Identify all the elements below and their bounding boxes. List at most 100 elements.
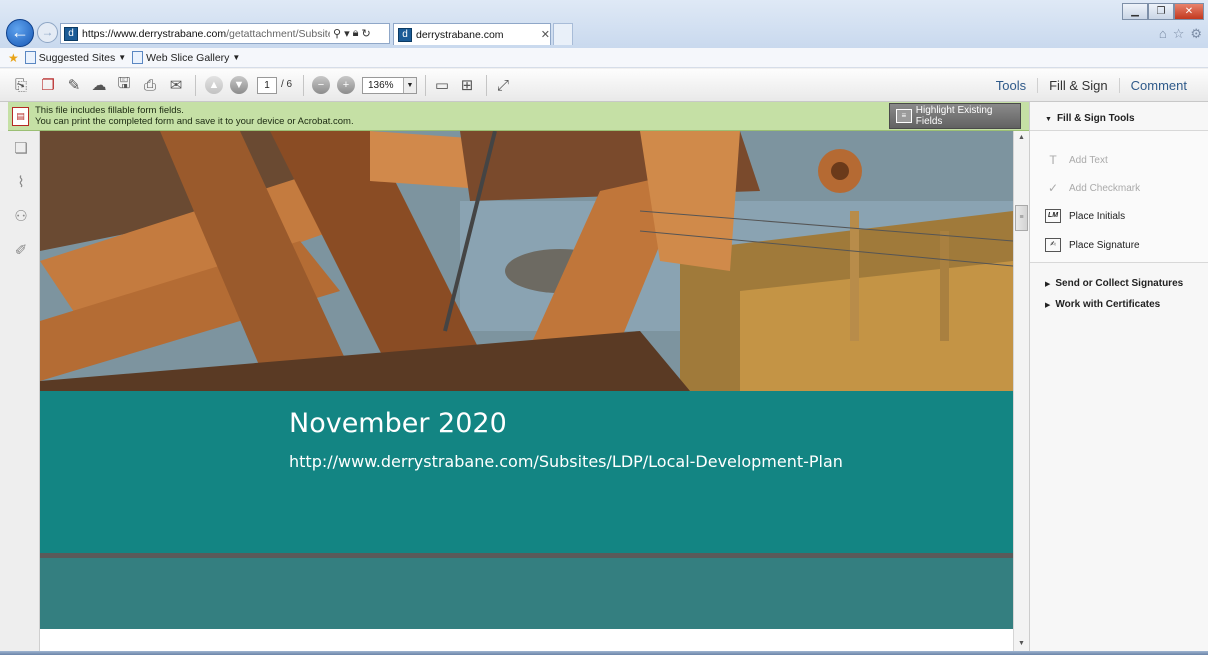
rusty-machinery-image [40, 131, 1013, 391]
zoom-in-icon[interactable]: + [337, 76, 355, 94]
pane-tabs: Tools Fill & Sign Comment [985, 69, 1198, 102]
place-signature-tool[interactable]: ✍ Place Signature [1045, 238, 1140, 252]
zoom-out-icon[interactable]: − [312, 76, 330, 94]
pdf-toolbar: ⎘ ❐ ✎ ☁ 🖫︎ ⎙ ✉ ▲ ▼ 1 / 6 − + 136% ▼ ▭ ⊞ … [0, 69, 1208, 102]
notice-line-2: You can print the completed form and sav… [35, 116, 354, 127]
minimize-button[interactable]: ▁ [1122, 3, 1148, 20]
scroll-down-icon[interactable]: ▼ [1014, 637, 1029, 651]
chevron-down-icon: ▼ [232, 53, 241, 62]
favorite-web-slice-gallery[interactable]: Web Slice Gallery ▼ [132, 51, 240, 64]
forward-button[interactable]: → [37, 22, 58, 43]
edit-pdf-icon[interactable]: ✎ [64, 75, 84, 95]
page-body [40, 629, 1013, 651]
page-total: / 6 [281, 79, 293, 90]
browser-title-bar: ← → d https://www.derrystrabane.com/geta… [0, 0, 1208, 48]
url-host: https://www.derrystrabane.com [82, 27, 227, 40]
browser-icons: ⌂ ☆ ⚙ [1159, 26, 1202, 42]
notice-line-1: This file includes fillable form fields. [35, 105, 184, 116]
scroll-up-icon[interactable]: ▲ [1014, 131, 1029, 145]
next-page-icon[interactable]: ▼ [230, 76, 248, 94]
tab-close-icon[interactable]: ✕ [541, 28, 550, 41]
chevron-down-icon[interactable]: ▼ [403, 78, 416, 93]
pdf-document-view[interactable]: November 2020 http://www.derrystrabane.c… [40, 131, 1013, 651]
cloud-upload-icon[interactable]: ☁ [89, 75, 109, 95]
binoculars-icon[interactable]: ⚇ [12, 207, 30, 225]
collapsed-triangle-icon: ▶ [1045, 281, 1051, 288]
collapsed-triangle-icon: ▶ [1045, 302, 1051, 309]
tool-label: Place Initials [1069, 210, 1126, 222]
favorite-label: Web Slice Gallery [146, 51, 230, 64]
favorite-suggested-sites[interactable]: Suggested Sites ▼ [24, 51, 126, 64]
zoom-select[interactable]: 136% ▼ [362, 77, 417, 94]
back-button[interactable]: ← [6, 19, 34, 47]
tab-comment[interactable]: Comment [1118, 78, 1198, 93]
tool-label: Place Signature [1069, 239, 1140, 251]
full-screen-icon[interactable]: ⤢ [493, 75, 513, 95]
page-number-input[interactable]: 1 [257, 77, 277, 94]
windows-taskbar [0, 651, 1208, 655]
favorites-bar: ★ Suggested Sites ▼ Web Slice Gallery ▼ [0, 48, 1208, 68]
tab-favicon-icon: d [398, 27, 412, 42]
create-pdf-icon[interactable]: ⎘ [11, 75, 31, 95]
favorites-star-icon[interactable]: ☆ [1173, 26, 1185, 42]
highlight-button-label: Highlight Existing Fields [915, 105, 993, 127]
document-url[interactable]: http://www.derrystrabane.com/Subsites/LD… [289, 452, 843, 471]
tab-tools[interactable]: Tools [985, 78, 1037, 93]
add-checkmark-tool[interactable]: ✓ Add Checkmark [1045, 181, 1140, 195]
form-fields-notice: ▤ This file includes fillable form field… [8, 102, 1029, 131]
attachments-paperclip-icon[interactable]: ⌇ [12, 173, 30, 191]
save-icon[interactable]: 🖫︎ [114, 75, 134, 95]
section-title: Work with Certificates [1055, 299, 1161, 310]
cover-photo [40, 131, 1013, 391]
highlight-existing-fields-button[interactable]: ≡ Highlight Existing Fields [889, 103, 1021, 129]
pdf-form-icon: ▤ [12, 107, 29, 126]
section-title: Fill & Sign Tools [1056, 113, 1135, 124]
refresh-icon[interactable]: ↻ [361, 27, 370, 40]
previous-page-icon[interactable]: ▲ [205, 76, 223, 94]
favorites-icon[interactable]: ★ [8, 51, 19, 65]
page-icon [132, 51, 144, 64]
fill-sign-pane: ▼ Fill & Sign Tools T Add Text ✓ Add Chec… [1029, 102, 1208, 651]
site-favicon-icon: d [64, 26, 78, 41]
url-path: /getattachment/Subsites/LDF [226, 27, 330, 40]
dropdown-icon[interactable]: ▾ [344, 27, 350, 40]
document-scrollbar[interactable]: ▲ ≡ ▼ [1013, 131, 1029, 651]
toolbar-separator [486, 75, 487, 96]
secondary-band [40, 558, 1013, 629]
place-initials-tool[interactable]: LM Place Initials [1045, 209, 1125, 223]
close-window-button[interactable]: ✕ [1174, 3, 1204, 20]
page-thumbnails-icon[interactable]: ❏ [12, 139, 30, 157]
signatures-pen-icon[interactable]: ✐ [12, 241, 30, 259]
address-url[interactable]: https://www.derrystrabane.com/getattachm… [82, 28, 330, 40]
expand-triangle-icon: ▼ [1045, 116, 1052, 123]
tab-fill-sign[interactable]: Fill & Sign [1037, 78, 1119, 93]
email-icon[interactable]: ✉ [166, 75, 186, 95]
search-icon[interactable]: ⚲ [333, 27, 341, 40]
notice-text: This file includes fillable form fields.… [35, 105, 354, 127]
new-tab-button[interactable] [553, 23, 573, 45]
tool-label: Add Checkmark [1069, 182, 1141, 194]
send-collect-signatures-header[interactable]: ▶ Send or Collect Signatures [1030, 278, 1208, 289]
address-bar[interactable]: d https://www.derrystrabane.com/getattac… [60, 23, 390, 44]
fit-page-icon[interactable]: ▭ [432, 75, 452, 95]
add-text-tool[interactable]: T Add Text [1045, 153, 1107, 167]
home-icon[interactable]: ⌂ [1159, 26, 1167, 42]
browser-tab[interactable]: d derrystrabane.com ✕ [393, 23, 551, 45]
maximize-button[interactable]: ❐ [1148, 3, 1174, 20]
favorite-label: Suggested Sites [38, 51, 116, 64]
page-icon [24, 51, 36, 64]
fit-width-icon[interactable]: ⊞ [457, 75, 477, 95]
title-band [40, 391, 1013, 553]
initials-icon: LM [1045, 209, 1061, 223]
fill-sign-tools-header[interactable]: ▼ Fill & Sign Tools [1030, 113, 1208, 124]
toolbar-separator [195, 75, 196, 96]
document-title: November 2020 [289, 408, 507, 439]
combine-files-icon[interactable]: ❐ [38, 75, 58, 95]
print-icon[interactable]: ⎙ [140, 75, 160, 95]
lock-icon[interactable]: 🔒︎ [353, 27, 359, 40]
settings-gear-icon[interactable]: ⚙ [1190, 26, 1202, 42]
scroll-thumb[interactable]: ≡ [1015, 205, 1028, 231]
work-with-certificates-header[interactable]: ▶ Work with Certificates [1030, 299, 1208, 310]
text-t-icon: T [1049, 153, 1057, 167]
tab-title: derrystrabane.com [416, 28, 504, 41]
